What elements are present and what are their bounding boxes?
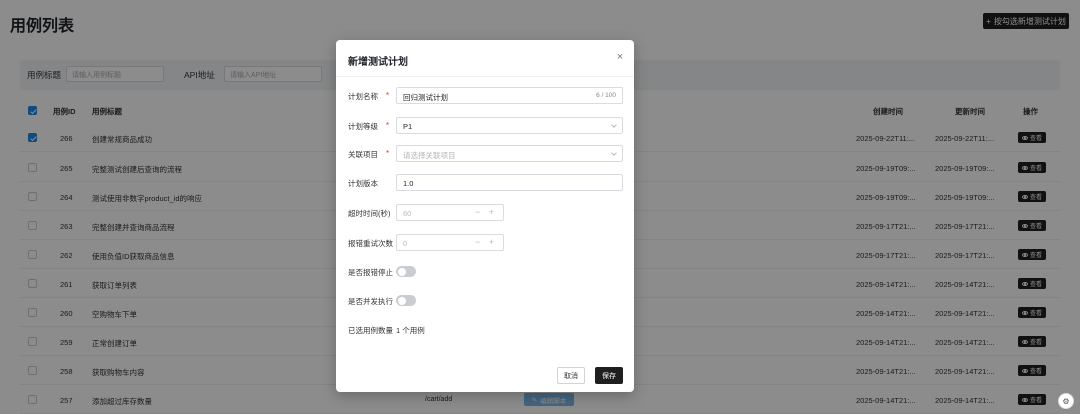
save-button[interactable]: 保存 xyxy=(595,367,623,384)
dialog-title: 新增测试计划 xyxy=(348,57,408,68)
parallel-label: 是否并发执行 xyxy=(348,297,393,306)
plan-level-select[interactable]: P1 xyxy=(396,117,623,134)
cancel-button[interactable]: 取消 xyxy=(557,367,585,384)
selected-count-label: 已选用例数量 xyxy=(348,326,393,335)
add-test-plan-dialog: 新增测试计划 × 计划名称 * 回归测试计划 6 / 100 计划等级 * P1… xyxy=(336,40,634,392)
plan-name-input[interactable]: 回归测试计划 6 / 100 xyxy=(396,87,623,104)
char-count: 6 / 100 xyxy=(596,92,616,99)
stepper-controls[interactable]: − + xyxy=(475,207,497,217)
parallel-toggle[interactable] xyxy=(396,295,416,306)
plan-version-input[interactable]: 1.0 xyxy=(396,174,623,191)
retry-stepper[interactable]: 0 − + xyxy=(396,234,504,251)
plan-level-label: 计划等级 xyxy=(348,122,378,131)
selected-count-value: 1 个用例 xyxy=(396,326,425,335)
settings-float-icon[interactable]: ⚙ xyxy=(1058,393,1074,409)
stepper-controls[interactable]: − + xyxy=(475,237,497,247)
required-mark: * xyxy=(386,121,390,130)
dialog-divider xyxy=(336,76,634,77)
stop-on-error-label: 是否报错停止 xyxy=(348,268,393,277)
plan-version-label: 计划版本 xyxy=(348,179,378,188)
chevron-down-icon xyxy=(611,122,617,128)
retry-label: 报错重试次数 xyxy=(348,239,393,248)
close-icon[interactable]: × xyxy=(614,51,626,63)
required-mark: * xyxy=(386,91,390,100)
project-select[interactable]: 请选择关联项目 xyxy=(396,145,623,162)
project-label: 关联项目 xyxy=(348,150,378,159)
timeout-label: 超时时间(秒) xyxy=(348,209,391,218)
chevron-down-icon xyxy=(611,150,617,156)
stop-on-error-toggle[interactable] xyxy=(396,266,416,277)
timeout-stepper[interactable]: 60 − + xyxy=(396,204,504,221)
plan-name-label: 计划名称 xyxy=(348,92,378,101)
required-mark: * xyxy=(386,149,390,158)
